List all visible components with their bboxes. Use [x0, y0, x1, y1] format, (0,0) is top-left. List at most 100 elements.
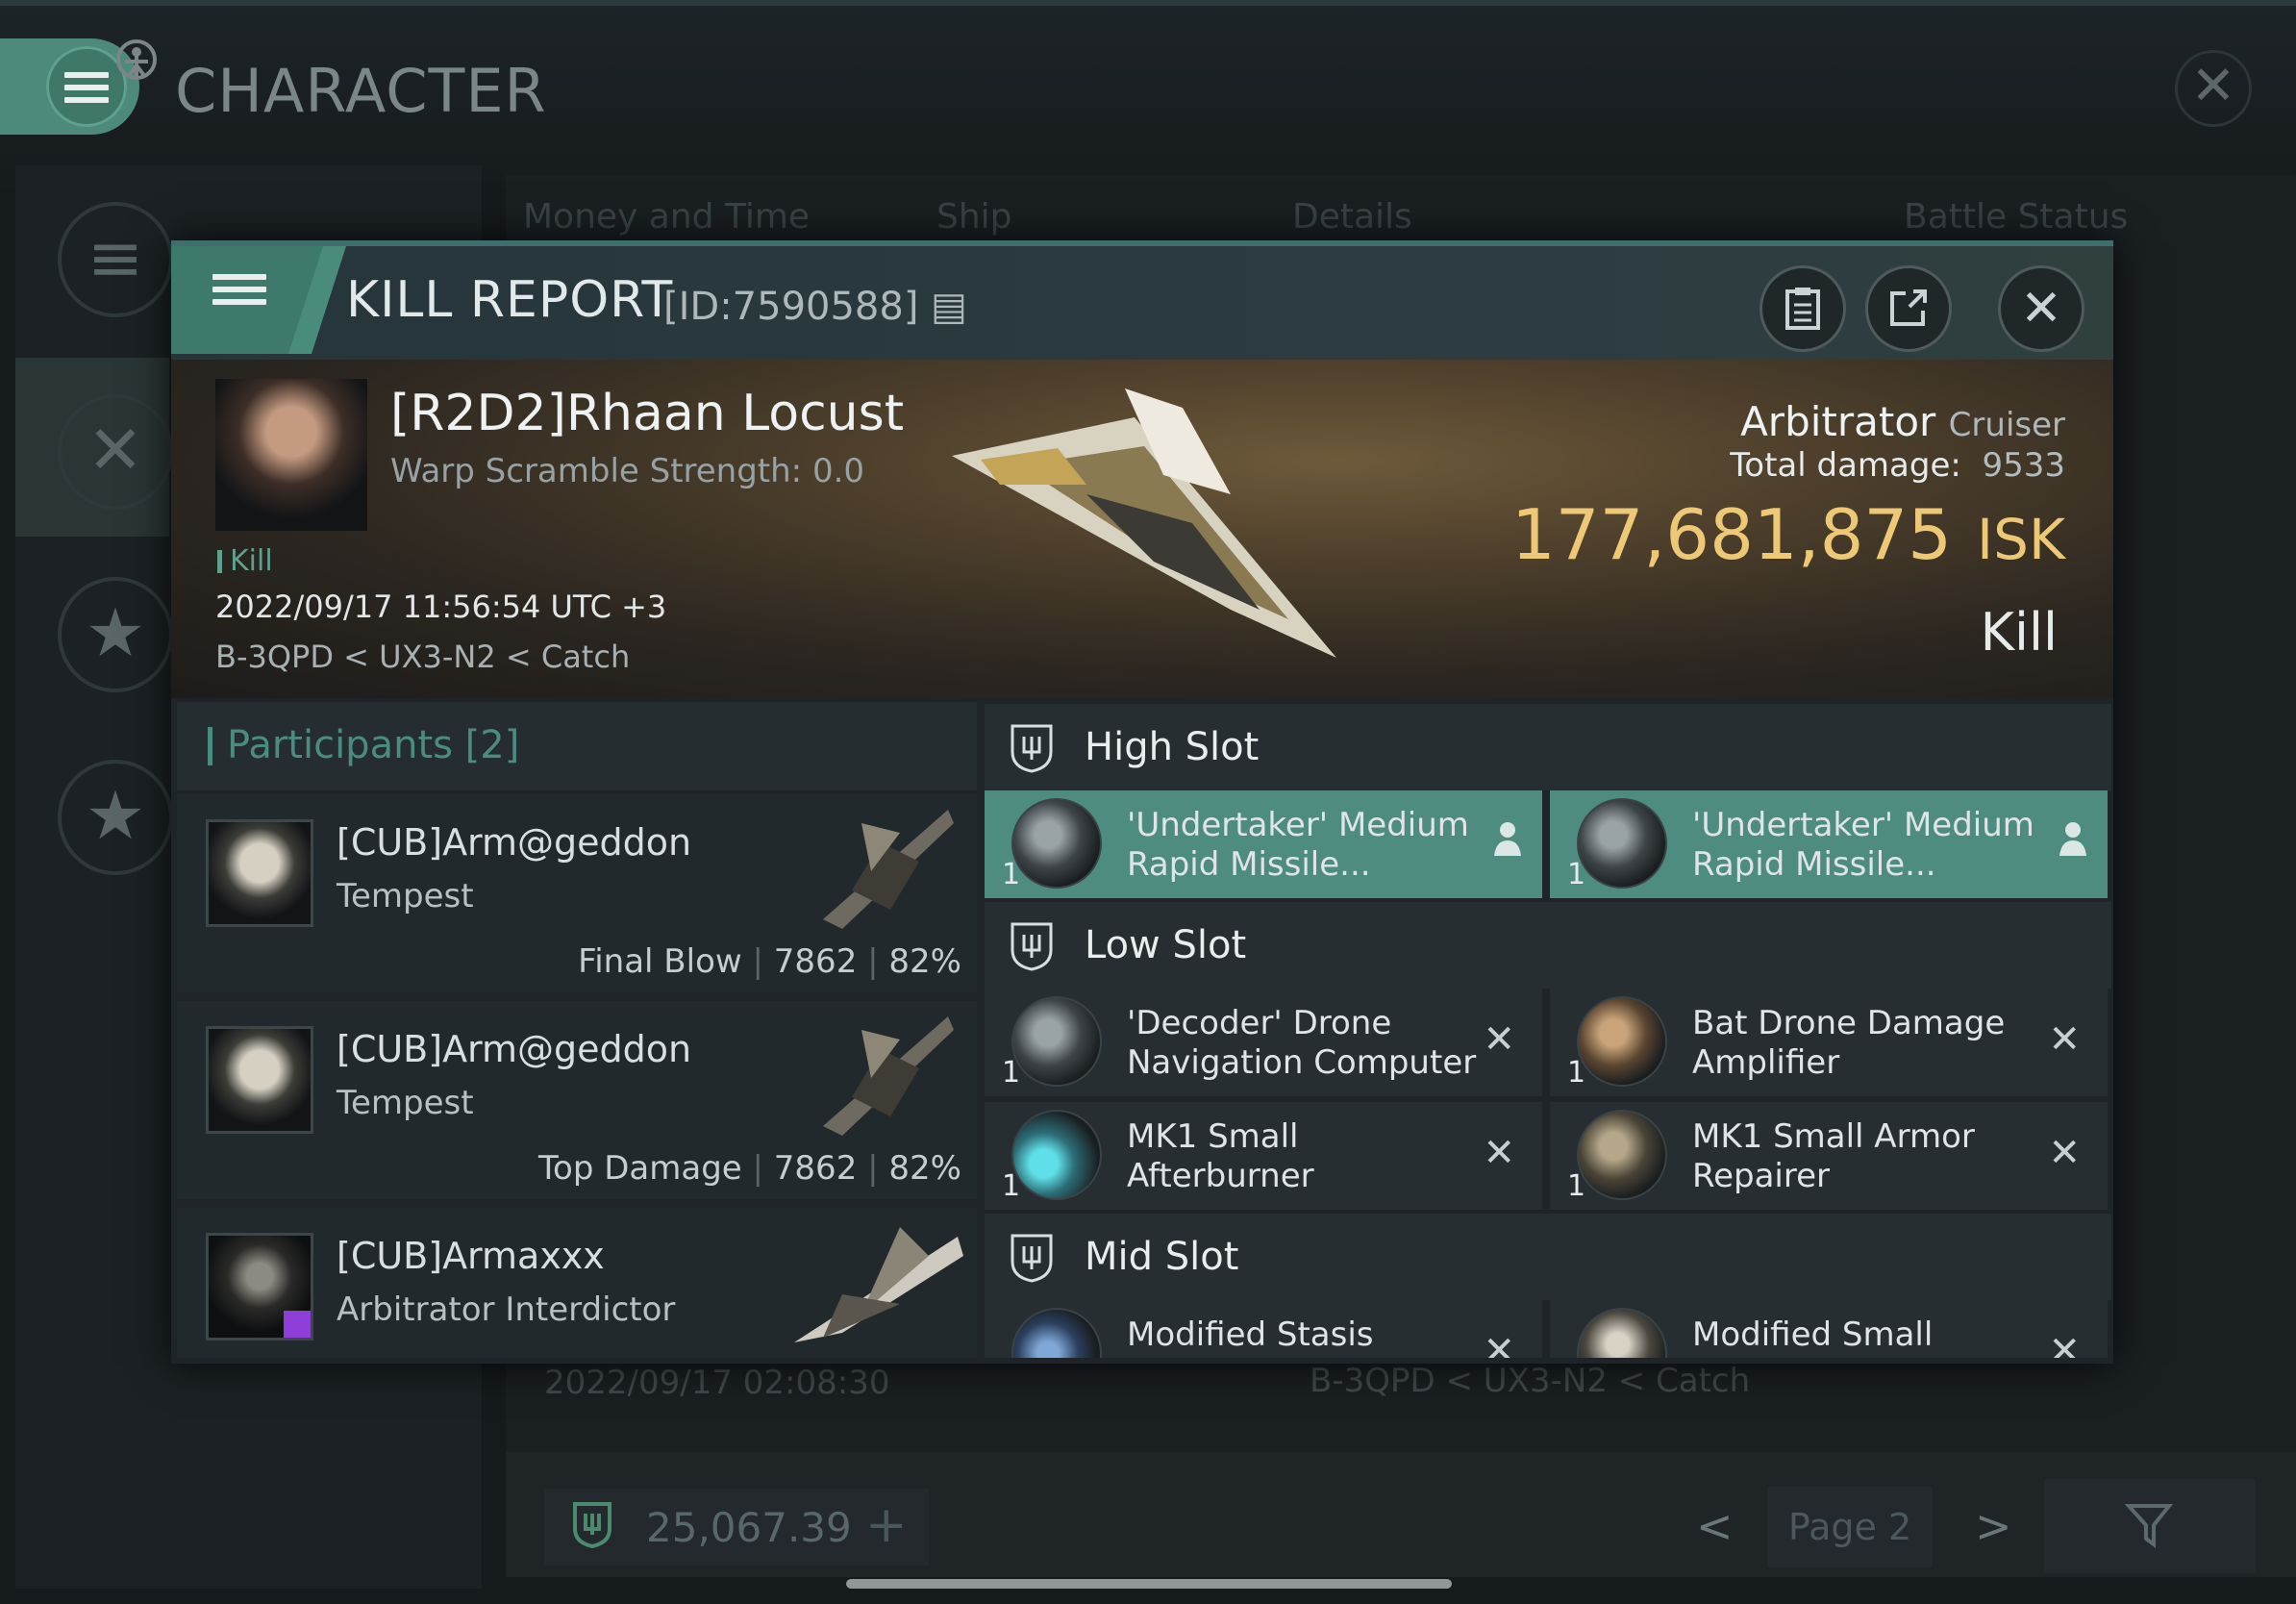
kill-id-text: [ID:7590588]: [663, 285, 919, 329]
mid-slot-icon: [1011, 1234, 1053, 1283]
wallet-value: 25,067.39: [646, 1504, 852, 1551]
destroyed-icon: ✕: [1483, 1131, 1515, 1175]
participant-name[interactable]: [CUB]Arm@geddon: [337, 1028, 691, 1070]
share-icon: [1890, 289, 1927, 326]
dialog-title: KILL REPORT: [346, 271, 674, 329]
armor-repairer-icon: [1577, 1110, 1667, 1200]
participant-damage: 7862: [773, 942, 858, 981]
tab-ship[interactable]: Ship: [936, 197, 1012, 237]
module-quantity: 1: [1567, 858, 1586, 891]
missile-launcher-icon: [1011, 798, 1102, 889]
module-name: Bat Drone Damage Amplifier: [1692, 1004, 2006, 1082]
clipboard-button[interactable]: [1759, 265, 1846, 352]
drone-amplifier-icon: [1577, 996, 1667, 1087]
module-quantity: 1: [1567, 1169, 1586, 1203]
participant-damage: 7862: [773, 1149, 858, 1188]
module-quantity: 1: [1567, 1056, 1586, 1090]
combat-icon[interactable]: ✕: [58, 394, 173, 510]
module-name: 'Undertaker' Medium Rapid Missile...: [1692, 806, 2034, 884]
module-item[interactable]: 1 'Undertaker' Medium Rapid Missile...: [985, 790, 1542, 898]
low-slot-label: Low Slot: [1085, 923, 1247, 967]
participant-name[interactable]: [CUB]Armaxxx: [337, 1235, 605, 1277]
tab-battle-status[interactable]: Battle Status: [1904, 197, 2128, 237]
mid-slot-clip: Modified Stasis ✕ Modified Small ✕: [985, 1300, 2111, 1358]
afterburner-icon: [1011, 1110, 1102, 1200]
dialog-close-button[interactable]: ✕: [1998, 265, 2084, 352]
row-date: 2022/09/17 02:08:30: [544, 1364, 890, 1402]
module-quantity: 1: [1002, 1169, 1021, 1203]
page-indicator: Page 2: [1767, 1487, 1933, 1567]
filter-button[interactable]: [2044, 1479, 2256, 1573]
module-name: 'Undertaker' Medium Rapid Missile...: [1127, 806, 1469, 884]
participant-stats: Final Blow | 7862 | 82%: [578, 942, 961, 981]
participant-stats: Top Damage | 7862 | 82%: [538, 1149, 961, 1188]
tab-details[interactable]: Details: [1292, 197, 1412, 237]
participant-ship: Tempest: [337, 1084, 474, 1122]
high-slot-label: High Slot: [1085, 725, 1260, 769]
isk-amount: 177,681,875: [1510, 494, 1953, 575]
participant-portrait[interactable]: [206, 819, 313, 927]
star-ring-icon[interactable]: ★: [58, 760, 173, 875]
participant-row[interactable]: [CUB]Arm@geddon Tempest Top Damage | 786…: [177, 1001, 977, 1199]
corp-badge-icon: [284, 1311, 311, 1338]
destroyed-icon: ✕: [1483, 1017, 1515, 1062]
module-quantity: 1: [1002, 858, 1021, 891]
participant-row[interactable]: [CUB]Armaxxx Arbitrator Interdictor: [177, 1208, 977, 1358]
module-item[interactable]: 1 MK1 Small Armor Repairer ✕: [1550, 1102, 2108, 1210]
participants-marker: [208, 727, 212, 765]
add-funds-button[interactable]: +: [865, 1496, 908, 1554]
horizontal-scrollbar[interactable]: [846, 1579, 1452, 1589]
prev-page-button[interactable]: <: [1696, 1500, 1734, 1552]
kill-id: [ID:7590588] ▤: [663, 285, 967, 329]
module-item[interactable]: Modified Stasis ✕: [985, 1300, 1542, 1358]
victim-portrait[interactable]: [215, 379, 367, 531]
total-damage-label: Total damage:: [1730, 446, 1961, 485]
module-item[interactable]: 1 Bat Drone Damage Amplifier ✕: [1550, 989, 2108, 1096]
participant-portrait[interactable]: [206, 1233, 313, 1341]
kill-tag: Kill: [217, 544, 273, 578]
participant-ship-image: [823, 1016, 954, 1136]
list-icon[interactable]: ≡: [58, 202, 173, 317]
pilot-icon: [1494, 822, 1521, 856]
participant-name[interactable]: [CUB]Arm@geddon: [337, 821, 691, 864]
participant-percent: 82%: [888, 942, 961, 981]
small-module-icon: [1577, 1308, 1667, 1358]
tab-money-and-time[interactable]: Money and Time: [523, 197, 810, 237]
module-name: MK1 Small Armor Repairer: [1692, 1117, 1975, 1195]
close-icon[interactable]: ✕: [2175, 50, 2252, 127]
kill-result: Kill: [1980, 602, 2058, 663]
module-name: Modified Small: [1692, 1316, 1934, 1354]
high-slot-icon: [1011, 724, 1053, 773]
page-title: CHARACTER: [175, 56, 547, 126]
copy-id-icon[interactable]: ▤: [931, 285, 967, 329]
module-item[interactable]: 1 MK1 Small Afterburner ✕: [985, 1102, 1542, 1210]
ship-class: Cruiser: [1948, 406, 2065, 444]
participant-role: Final Blow: [578, 942, 742, 981]
participant-ship-image: [794, 1227, 963, 1342]
low-slot-header: Low Slot: [985, 902, 2111, 989]
module-item[interactable]: Modified Small ✕: [1550, 1300, 2108, 1358]
share-button[interactable]: [1865, 265, 1952, 352]
high-slot-header: High Slot: [985, 704, 2111, 790]
wallet-shield-icon: [573, 1502, 611, 1548]
participant-portrait[interactable]: [206, 1026, 313, 1134]
module-name: Modified Stasis: [1127, 1316, 1374, 1354]
total-damage: Total damage: 9533: [1730, 446, 2065, 485]
stasis-webifier-icon: [1011, 1308, 1102, 1358]
module-quantity: 1: [1002, 1056, 1021, 1090]
low-slot-icon: [1011, 922, 1053, 971]
participant-row[interactable]: [CUB]Arm@geddon Tempest Final Blow | 786…: [177, 794, 977, 992]
destroyed-icon: ✕: [2048, 1131, 2081, 1175]
destroyed-icon: ✕: [1483, 1329, 1515, 1358]
filter-icon: [2125, 1504, 2174, 1548]
victim-name[interactable]: [R2D2]Rhaan Locust: [390, 385, 904, 442]
participant-percent: 82%: [888, 1149, 961, 1188]
victim-ship-image[interactable]: [942, 379, 1346, 667]
module-name: 'Decoder' Drone Navigation Computer: [1127, 1004, 1477, 1082]
mid-slot-header: Mid Slot: [985, 1214, 2111, 1300]
next-page-button[interactable]: >: [1975, 1500, 2012, 1552]
module-item[interactable]: 1 'Undertaker' Medium Rapid Missile...: [1550, 790, 2108, 898]
module-item[interactable]: 1 'Decoder' Drone Navigation Computer ✕: [985, 989, 1542, 1096]
star-badge-icon[interactable]: ★: [58, 577, 173, 692]
kill-location[interactable]: B-3QPD < UX3-N2 < Catch: [215, 639, 630, 675]
